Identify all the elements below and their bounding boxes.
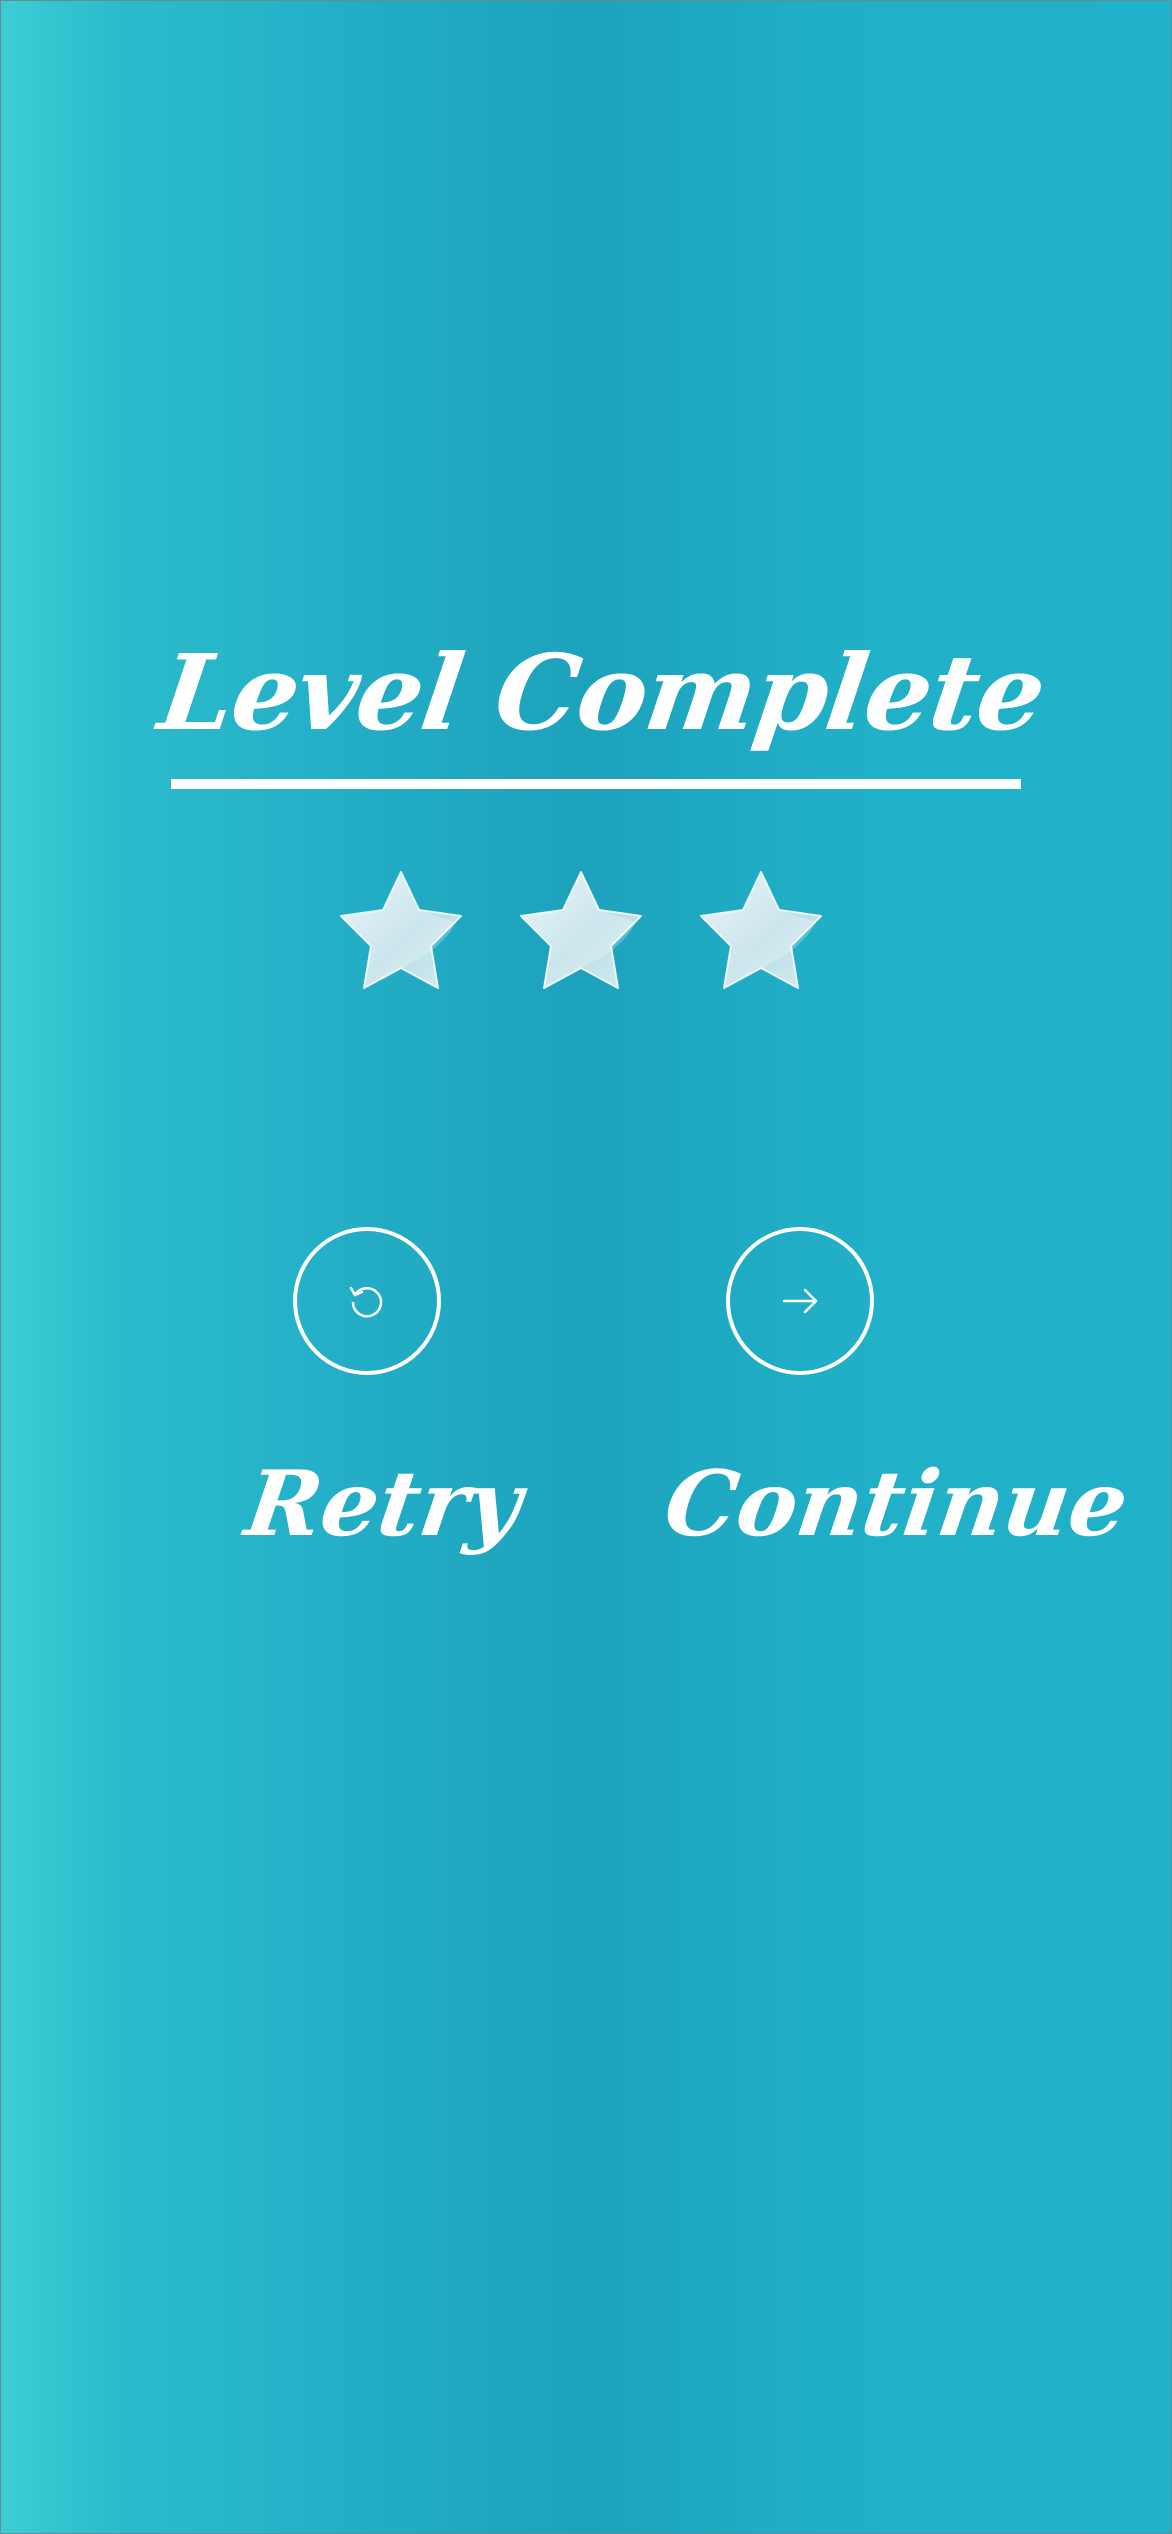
level-complete-title: Level Complete <box>152 631 1053 754</box>
retry-button[interactable] <box>293 1227 441 1375</box>
star-icon <box>700 871 822 989</box>
star-icon <box>520 871 642 989</box>
star-rating <box>321 866 851 1026</box>
continue-label[interactable]: Continue <box>657 1439 1135 1569</box>
continue-button[interactable] <box>726 1227 874 1375</box>
arrow-right-icon <box>782 1288 818 1314</box>
retry-icon <box>349 1286 383 1318</box>
title-divider <box>171 779 1021 789</box>
star-icon <box>340 871 462 989</box>
retry-label[interactable]: Retry <box>238 1439 528 1569</box>
